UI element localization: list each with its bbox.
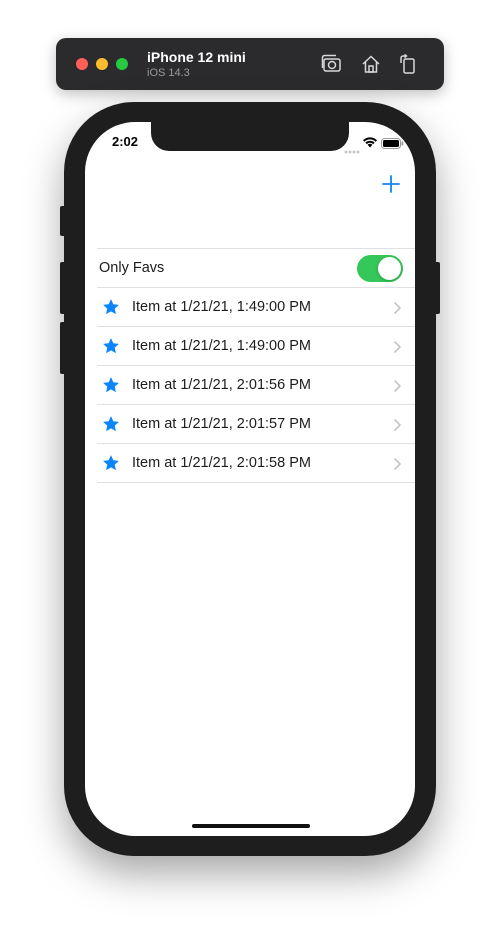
battery-icon <box>381 136 404 154</box>
favorites-filter-label: Only Favs <box>99 260 165 276</box>
list-item[interactable]: Item at 1/21/21, 1:49:00 PM <box>97 327 415 366</box>
home-indicator[interactable] <box>192 824 310 828</box>
list-item-label: Item at 1/21/21, 1:49:00 PM <box>132 299 311 315</box>
rotate-icon[interactable] <box>397 53 419 75</box>
add-item-button[interactable] <box>381 174 401 194</box>
plus-icon <box>382 175 400 193</box>
list-item-label: Item at 1/21/21, 2:01:58 PM <box>132 455 311 471</box>
device-name: iPhone 12 mini <box>147 49 246 65</box>
item-list: Only Favs Item at 1/21/21, 1:49:00 PM It… <box>85 249 415 483</box>
favorites-filter-row: Only Favs <box>97 249 415 288</box>
chevron-right-icon <box>394 301 401 319</box>
chevron-right-icon <box>394 379 401 397</box>
wifi-icon <box>362 135 378 153</box>
star-icon[interactable] <box>102 415 120 433</box>
notch <box>151 122 349 151</box>
minimize-window-button[interactable] <box>96 58 108 70</box>
simulator-titlebar: iPhone 12 mini iOS 14.3 <box>56 38 444 90</box>
star-icon[interactable] <box>102 376 120 394</box>
list-item-label: Item at 1/21/21, 1:49:00 PM <box>132 338 311 354</box>
star-icon[interactable] <box>102 298 120 316</box>
status-time: 2:02 <box>112 134 139 149</box>
screenshot-icon[interactable] <box>321 53 343 75</box>
star-icon[interactable] <box>102 454 120 472</box>
close-window-button[interactable] <box>76 58 88 70</box>
chevron-right-icon <box>394 418 401 436</box>
toggle-knob <box>378 257 401 280</box>
favorites-filter-toggle[interactable] <box>357 255 403 282</box>
star-icon[interactable] <box>102 337 120 355</box>
list-item-label: Item at 1/21/21, 2:01:56 PM <box>132 377 311 393</box>
cellular-signal-icon <box>344 141 360 159</box>
list-item[interactable]: Item at 1/21/21, 2:01:57 PM <box>97 405 415 444</box>
list-item[interactable]: Item at 1/21/21, 2:01:58 PM <box>97 444 415 483</box>
device-screen: 2:02 Only Favs Item at 1/21/21, 1:49:00 … <box>85 122 415 836</box>
list-item[interactable]: Item at 1/21/21, 1:49:00 PM <box>97 288 415 327</box>
zoom-window-button[interactable] <box>116 58 128 70</box>
home-icon[interactable] <box>360 53 382 75</box>
chevron-right-icon <box>394 457 401 475</box>
list-item-label: Item at 1/21/21, 2:01:57 PM <box>132 416 311 432</box>
os-version: iOS 14.3 <box>147 67 190 79</box>
chevron-right-icon <box>394 340 401 358</box>
list-item[interactable]: Item at 1/21/21, 2:01:56 PM <box>97 366 415 405</box>
